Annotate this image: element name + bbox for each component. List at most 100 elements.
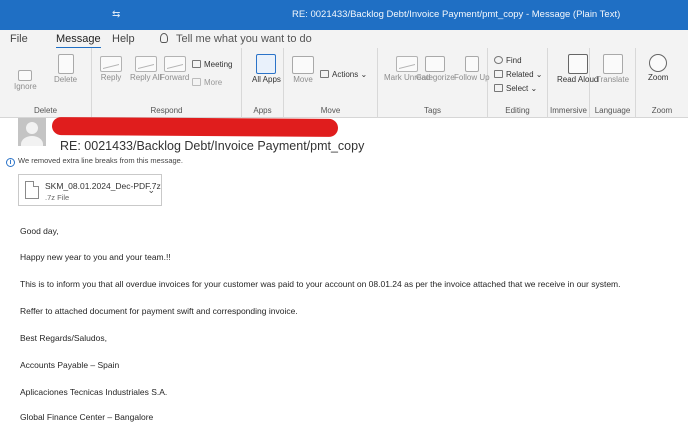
forward-icon bbox=[163, 56, 186, 72]
ignore-label: Ignore bbox=[14, 82, 37, 91]
more-label: More bbox=[204, 78, 223, 87]
apps-grid-icon bbox=[256, 54, 277, 74]
related-label: Related bbox=[506, 70, 534, 79]
tab-help[interactable]: Help bbox=[112, 33, 135, 45]
cursor-icon bbox=[494, 84, 503, 92]
reply-all-label: Reply All bbox=[130, 73, 162, 82]
category-icon bbox=[425, 56, 446, 72]
window-title: RE: 0021433/Backlog Debt/Invoice Payment… bbox=[292, 9, 621, 20]
categorize-button[interactable]: Categorize bbox=[416, 56, 455, 82]
body-line: Aplicaciones Tecnicas Industriales S.A. bbox=[20, 387, 168, 397]
body-line: Accounts Payable – Spain bbox=[20, 360, 120, 370]
follow-up-label: Follow Up bbox=[454, 73, 490, 82]
title-bar: ⇆ RE: 0021433/Backlog Debt/Invoice Payme… bbox=[0, 0, 688, 30]
ignore-button[interactable]: Ignore bbox=[14, 70, 37, 91]
move-button[interactable]: Move bbox=[292, 56, 314, 84]
more-respond-button[interactable]: More bbox=[192, 78, 222, 87]
group-label-language: Language bbox=[594, 106, 631, 115]
group-label-apps: Apps bbox=[253, 106, 272, 115]
info-bar[interactable]: i We removed extra line breaks from this … bbox=[6, 156, 183, 167]
body-line: Global Finance Center – Bangalore bbox=[20, 412, 154, 422]
select-button[interactable]: Select ⌄ bbox=[494, 84, 537, 93]
group-label-immersive: Immersive bbox=[550, 106, 587, 115]
tab-file[interactable]: File bbox=[10, 33, 28, 45]
group-label-tags: Tags bbox=[424, 106, 441, 115]
delete-label: Delete bbox=[54, 75, 78, 84]
tell-me-label: Tell me what you want to do bbox=[176, 33, 312, 45]
reply-icon bbox=[100, 56, 122, 72]
related-button[interactable]: Related ⌄ bbox=[494, 70, 543, 79]
chevron-down-icon[interactable]: ⌄ bbox=[147, 185, 155, 196]
body-line: Happy new year to you and your team.!! bbox=[20, 252, 171, 262]
zoom-label: Zoom bbox=[648, 73, 669, 82]
translate-icon bbox=[602, 54, 623, 74]
ignore-icon bbox=[18, 70, 33, 81]
reply-all-icon bbox=[134, 56, 157, 72]
attachment-type: .7z File bbox=[45, 193, 70, 202]
translate-button[interactable]: Translate bbox=[596, 54, 629, 84]
ribbon: Ignore Delete Delete Reply Reply All For… bbox=[0, 48, 688, 118]
meeting-label: Meeting bbox=[204, 60, 233, 69]
related-icon bbox=[494, 70, 503, 78]
forward-label: Forward bbox=[160, 73, 190, 82]
body-line: Good day, bbox=[20, 226, 59, 236]
info-text: We removed extra line breaks from this m… bbox=[18, 156, 183, 165]
quick-access-icon[interactable]: ⇆ bbox=[112, 9, 120, 20]
follow-up-button[interactable]: Follow Up bbox=[454, 56, 490, 82]
calendar-icon bbox=[192, 60, 201, 68]
file-icon bbox=[25, 181, 39, 199]
ribbon-group-move: Move Actions ⌄ Move bbox=[284, 48, 378, 118]
categorize-label: Categorize bbox=[416, 73, 455, 82]
body-line: Best Regards/Saludos, bbox=[20, 333, 107, 343]
ribbon-group-language: Translate Language bbox=[590, 48, 636, 118]
forward-button[interactable]: Forward bbox=[160, 56, 189, 82]
find-button[interactable]: Find bbox=[494, 56, 522, 65]
ribbon-group-zoom: Zoom Zoom bbox=[636, 48, 688, 118]
tell-me-search[interactable]: Tell me what you want to do bbox=[160, 33, 312, 45]
menu-bar: File Message Help Tell me what you want … bbox=[0, 30, 688, 49]
actions-label: Actions bbox=[332, 70, 359, 79]
attachment-card[interactable]: SKM_08.01.2024_Dec-PDF.7z .7z File ⌄ bbox=[18, 174, 162, 206]
body-line: Reffer to attached document for payment … bbox=[20, 306, 298, 316]
trash-icon bbox=[57, 54, 74, 74]
sender-avatar[interactable] bbox=[18, 118, 46, 146]
ribbon-group-tags: Mark Unread Categorize Follow Up Tags bbox=[378, 48, 490, 118]
translate-label: Translate bbox=[596, 75, 630, 84]
more-icon bbox=[192, 78, 201, 86]
meeting-button[interactable]: Meeting bbox=[192, 60, 232, 69]
magnifier-icon bbox=[649, 54, 668, 72]
body-line: This is to inform you that all overdue i… bbox=[20, 279, 621, 289]
tab-message[interactable]: Message bbox=[56, 33, 101, 49]
group-label-move: Move bbox=[320, 106, 341, 115]
reply-button[interactable]: Reply bbox=[100, 56, 122, 82]
ribbon-group-editing: Find Related ⌄ Select ⌄ Editing bbox=[488, 48, 548, 118]
group-label-respond: Respond bbox=[150, 106, 183, 115]
delete-button[interactable]: Delete bbox=[54, 54, 77, 84]
ribbon-group-delete: Ignore Delete Delete bbox=[0, 48, 92, 118]
info-icon: i bbox=[6, 158, 15, 167]
move-label: Move bbox=[293, 75, 313, 84]
search-icon bbox=[494, 56, 503, 64]
group-label-editing: Editing bbox=[505, 106, 530, 115]
envelope-icon bbox=[396, 56, 419, 72]
message-subject: RE: 0021433/Backlog Debt/Invoice Payment… bbox=[60, 139, 365, 153]
all-apps-button[interactable]: All Apps bbox=[252, 54, 281, 84]
folder-move-icon bbox=[292, 56, 314, 74]
actions-icon bbox=[320, 70, 329, 78]
attachment-name: SKM_08.01.2024_Dec-PDF.7z bbox=[45, 181, 161, 191]
zoom-button[interactable]: Zoom bbox=[648, 54, 668, 82]
reply-all-button[interactable]: Reply All bbox=[130, 56, 161, 82]
group-label-zoom: Zoom bbox=[651, 106, 673, 115]
actions-button[interactable]: Actions ⌄ bbox=[320, 70, 367, 79]
sender-redaction bbox=[51, 117, 339, 137]
lightbulb-icon bbox=[160, 33, 168, 43]
select-label: Select bbox=[506, 84, 529, 93]
reply-label: Reply bbox=[100, 73, 122, 82]
read-aloud-icon bbox=[567, 54, 588, 74]
all-apps-label: All Apps bbox=[252, 75, 281, 84]
group-label-delete: Delete bbox=[33, 106, 58, 115]
find-label: Find bbox=[506, 56, 522, 65]
ribbon-group-immersive: Read Aloud Immersive bbox=[548, 48, 598, 118]
flag-icon bbox=[464, 56, 479, 72]
ribbon-group-respond: Reply Reply All Forward Meeting More Res… bbox=[92, 48, 242, 118]
